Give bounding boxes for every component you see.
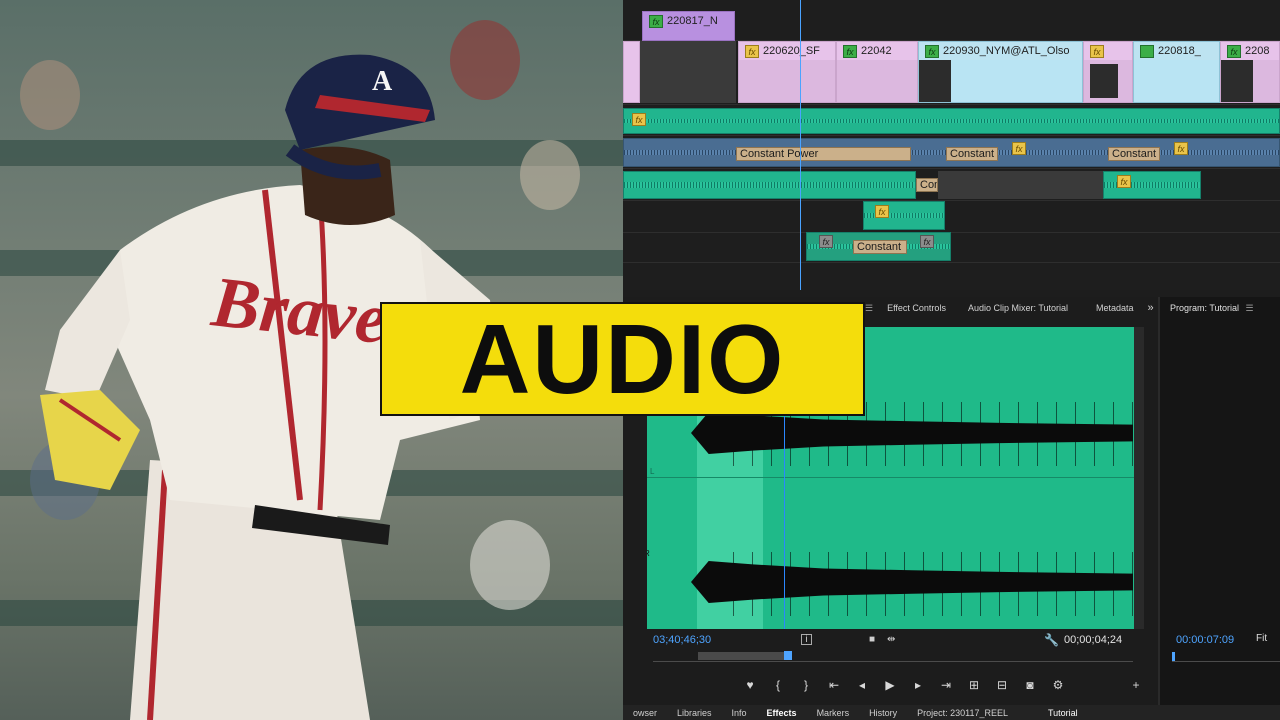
clip-label: 22042 xyxy=(861,45,892,57)
clip-thumbnail xyxy=(919,60,951,102)
fx-icon: fx xyxy=(843,44,857,58)
drag-video-icon[interactable]: ■ xyxy=(869,634,875,645)
video-clip[interactable] xyxy=(623,41,640,103)
audio-clip[interactable] xyxy=(623,171,916,199)
transition-constant[interactable]: Constant xyxy=(1108,147,1160,161)
fx-icon: fx xyxy=(649,14,663,28)
fx-icon: fx xyxy=(745,44,759,58)
transport-controls: ♥ { } ⇤ ◂ ▶ ▸ ⇥ ⊞ ⊟ ◙ ⚙ + xyxy=(743,678,1143,692)
step-forward-icon[interactable]: ▸ xyxy=(911,678,925,692)
bottom-panel-tabs: owser Libraries Info Effects Markers His… xyxy=(623,705,1280,720)
fx-icon: fx xyxy=(1174,142,1188,155)
insert-icon[interactable]: ⊞ xyxy=(967,678,981,692)
settings-icon[interactable]: ⚙ xyxy=(1051,678,1065,692)
fx-icon: fx xyxy=(1090,44,1104,58)
fx-icon xyxy=(1140,44,1154,58)
clip-label: 220817_N xyxy=(667,15,718,27)
channel-label-l: L xyxy=(650,467,655,476)
step-back-icon[interactable]: ◂ xyxy=(855,678,869,692)
drag-audio-icon[interactable]: ⇹ xyxy=(887,634,895,645)
headline-text: AUDIO xyxy=(459,303,786,414)
go-to-in-icon[interactable]: ⇤ xyxy=(827,678,841,692)
tab-effect-controls[interactable]: Effect Controls xyxy=(887,303,946,313)
duration-timecode: 00;00;04;24 xyxy=(1064,634,1123,646)
play-icon[interactable]: ▶ xyxy=(883,678,897,692)
tab-metadata[interactable]: Metadata xyxy=(1096,303,1134,313)
tab-info[interactable]: Info xyxy=(722,708,757,718)
video-clip[interactable]: 220818_ xyxy=(1133,41,1220,103)
video-clip[interactable]: fx 220620_SF xyxy=(738,41,836,103)
ruler-playhead[interactable] xyxy=(784,651,792,660)
audio-clip[interactable]: fx xyxy=(863,201,945,230)
program-title[interactable]: Program: Tutorial xyxy=(1170,303,1239,313)
fx-icon: fx xyxy=(819,235,833,248)
headline-banner: AUDIO xyxy=(380,302,865,416)
video-clip[interactable]: fx xyxy=(1083,41,1133,103)
tab-markers[interactable]: Markers xyxy=(807,708,860,718)
vertical-scrollbar[interactable] xyxy=(1134,327,1144,629)
fx-icon: fx xyxy=(1012,142,1026,155)
clip-label: 2208 xyxy=(1245,45,1270,57)
zoom-select[interactable]: Fit xyxy=(1256,633,1267,644)
clip-label: 220818_ xyxy=(1158,45,1201,57)
transition-constant-power[interactable]: Constant Power xyxy=(736,147,911,161)
more-panels-icon[interactable]: » xyxy=(1148,302,1154,314)
timeline-playhead[interactable] xyxy=(800,0,801,290)
add-marker-icon[interactable]: ♥ xyxy=(743,678,757,692)
clip-thumbnail xyxy=(1090,64,1118,98)
mark-out-icon[interactable]: } xyxy=(799,678,813,692)
marker-icon[interactable]: i xyxy=(801,634,812,645)
overwrite-icon[interactable]: ⊟ xyxy=(995,678,1009,692)
audio-gap xyxy=(938,171,1103,199)
program-ruler[interactable] xyxy=(1172,652,1280,662)
mark-in-icon[interactable]: { xyxy=(771,678,785,692)
menu-icon[interactable]: ☰ xyxy=(1246,303,1254,313)
video-clip[interactable]: fx 22042 xyxy=(836,41,918,103)
fx-icon: fx xyxy=(1227,44,1241,58)
timeline-panel[interactable]: fx 220817_N fx 220620_SF fx 22042 fx 220930_… xyxy=(623,0,1280,290)
source-timecode[interactable]: 03;40;46;30 xyxy=(653,634,711,646)
video-clip[interactable]: fx 220930_NYM@ATL_Olso xyxy=(918,41,1083,103)
fx-icon: fx xyxy=(1117,175,1131,188)
camera-icon[interactable]: ◙ xyxy=(1023,678,1037,692)
fx-icon: fx xyxy=(632,113,646,126)
clip-label: 220620_SF xyxy=(763,45,820,57)
tab-tutorial[interactable]: Tutorial xyxy=(1038,708,1088,718)
video-gap xyxy=(640,41,736,103)
transition-constant[interactable]: Constant xyxy=(853,240,907,254)
tab-libraries[interactable]: Libraries xyxy=(667,708,722,718)
audio-clip[interactable]: fx xyxy=(1103,171,1201,199)
fx-icon: fx xyxy=(875,205,889,218)
channel-label-r: R xyxy=(647,549,650,558)
add-button-icon[interactable]: + xyxy=(1129,678,1143,692)
audio-clip[interactable]: fx xyxy=(623,108,1280,134)
clip-thumbnail xyxy=(1221,60,1253,102)
tab-history[interactable]: History xyxy=(859,708,907,718)
tab-media-browser[interactable]: owser xyxy=(623,708,667,718)
panel-tabs: ☰ Effect Controls Audio Clip Mixer: Tuto… xyxy=(865,297,1154,319)
video-clip[interactable]: fx 220817_N xyxy=(642,11,735,41)
wrench-icon[interactable]: 🔧 xyxy=(1044,633,1059,647)
transition-constant[interactable]: Constant xyxy=(946,147,998,161)
tab-audio-clip-mixer[interactable]: Audio Clip Mixer: Tutorial xyxy=(968,303,1068,313)
tab-project[interactable]: Project: 230117_REEL xyxy=(907,708,1018,718)
menu-icon[interactable]: ☰ xyxy=(865,303,873,314)
fx-icon: fx xyxy=(920,235,934,248)
transition-constant[interactable]: Con xyxy=(916,178,938,192)
clip-label: 220930_NYM@ATL_Olso xyxy=(943,45,1070,57)
program-monitor-panel: Program: Tutorial ☰ 00:00:07:09 Fit xyxy=(1158,297,1280,707)
fx-icon: fx xyxy=(925,44,939,58)
tab-effects[interactable]: Effects xyxy=(757,708,807,718)
go-to-out-icon[interactable]: ⇥ xyxy=(939,678,953,692)
helmet-logo: A xyxy=(372,66,393,97)
program-timecode[interactable]: 00:00:07:09 xyxy=(1176,634,1234,646)
source-ruler[interactable] xyxy=(653,651,1133,662)
video-clip[interactable]: fx 2208 xyxy=(1220,41,1280,103)
